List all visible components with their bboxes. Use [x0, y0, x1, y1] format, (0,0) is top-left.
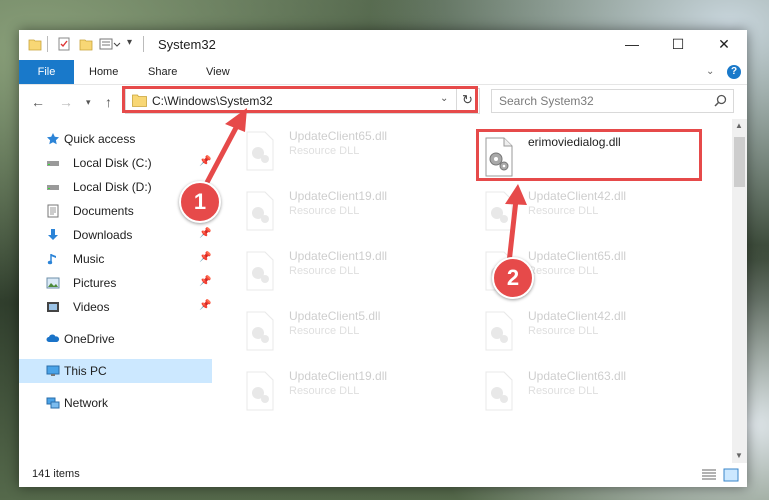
annotation-arrows: [200, 108, 527, 266]
callout-step-2: 2: [492, 257, 534, 299]
callout-step-1: 1: [179, 181, 221, 223]
